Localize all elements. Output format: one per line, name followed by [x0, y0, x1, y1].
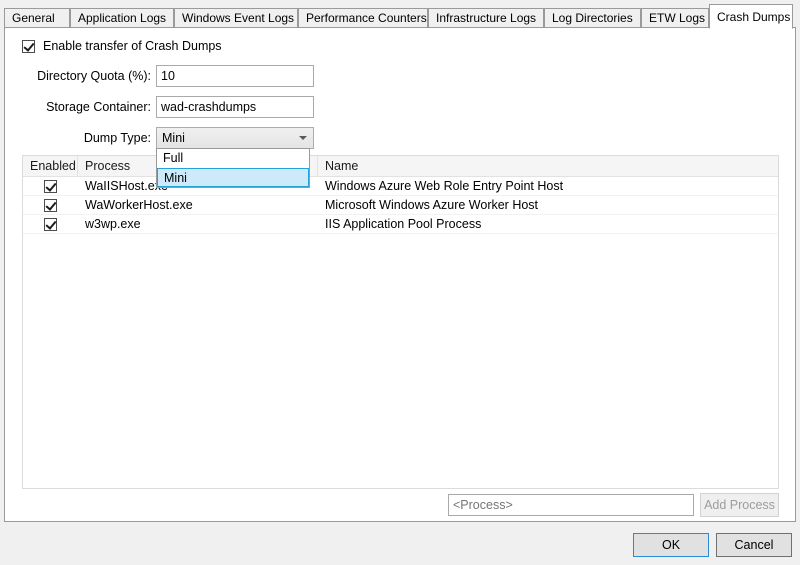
row-process-cell: w3wp.exe	[78, 215, 318, 233]
tab-performance-counters[interactable]: Performance Counters	[298, 8, 428, 27]
dump-type-option-mini[interactable]: Mini	[157, 168, 309, 187]
add-process-button[interactable]: Add Process	[700, 493, 779, 517]
column-header-name[interactable]: Name	[318, 156, 778, 176]
chevron-down-icon	[299, 136, 307, 140]
dump-type-label-wrap: Dump Type:	[5, 127, 151, 149]
dump-type-label: Dump Type:	[84, 127, 151, 149]
tab-crash-dumps[interactable]: Crash Dumps	[709, 4, 793, 29]
tab-application-logs[interactable]: Application Logs	[70, 8, 174, 27]
row-enabled-checkbox[interactable]	[44, 199, 57, 212]
directory-quota-input[interactable]	[156, 65, 314, 87]
tab-label: Application Logs	[78, 11, 166, 25]
row-enabled-cell[interactable]	[23, 196, 78, 214]
row-enabled-checkbox[interactable]	[44, 180, 57, 193]
tab-etw-logs[interactable]: ETW Logs	[641, 8, 709, 27]
row-name-cell: Microsoft Windows Azure Worker Host	[318, 196, 778, 214]
dump-type-dropdown-list[interactable]: Full Mini	[156, 148, 310, 188]
table-row[interactable]: WaWorkerHost.exe Microsoft Windows Azure…	[23, 196, 778, 215]
tab-strip: General Application Logs Windows Event L…	[4, 4, 796, 28]
enable-transfer-checkbox-row[interactable]: Enable transfer of Crash Dumps	[22, 39, 222, 53]
option-label: Mini	[164, 171, 187, 185]
row-process-cell: WaWorkerHost.exe	[78, 196, 318, 214]
dump-type-value: Mini	[162, 128, 185, 148]
cancel-button[interactable]: Cancel	[716, 533, 792, 557]
row-enabled-cell[interactable]	[23, 177, 78, 195]
option-label: Full	[163, 151, 183, 165]
storage-container-label-wrap: Storage Container:	[5, 96, 151, 118]
row-enabled-checkbox[interactable]	[44, 218, 57, 231]
enable-transfer-label: Enable transfer of Crash Dumps	[43, 39, 222, 53]
tab-label: Crash Dumps	[717, 10, 790, 24]
dump-type-combobox[interactable]: Mini	[156, 127, 314, 149]
tab-label: Windows Event Logs	[182, 11, 294, 25]
ok-button-label: OK	[662, 538, 680, 552]
tab-windows-event-logs[interactable]: Windows Event Logs	[174, 8, 298, 27]
add-process-button-label: Add Process	[704, 498, 775, 512]
row-name-cell: IIS Application Pool Process	[318, 215, 778, 233]
tab-label: General	[12, 11, 55, 25]
table-row[interactable]: w3wp.exe IIS Application Pool Process	[23, 215, 778, 234]
add-process-input[interactable]	[448, 494, 694, 516]
tab-label: Log Directories	[552, 11, 633, 25]
cancel-button-label: Cancel	[735, 538, 774, 552]
ok-button[interactable]: OK	[633, 533, 709, 557]
tab-label: Performance Counters	[306, 11, 427, 25]
crash-dumps-panel: Enable transfer of Crash Dumps Directory…	[4, 27, 796, 522]
storage-container-input[interactable]	[156, 96, 314, 118]
row-enabled-cell[interactable]	[23, 215, 78, 233]
directory-quota-label: Directory Quota (%):	[37, 65, 151, 87]
tab-label: ETW Logs	[649, 11, 705, 25]
dump-type-option-full[interactable]: Full	[157, 149, 309, 168]
column-header-enabled[interactable]: Enabled	[23, 156, 78, 176]
enable-transfer-checkbox[interactable]	[22, 40, 35, 53]
tab-log-directories[interactable]: Log Directories	[544, 8, 641, 27]
tab-infrastructure-logs[interactable]: Infrastructure Logs	[428, 8, 544, 27]
tab-label: Infrastructure Logs	[436, 11, 536, 25]
table-row[interactable]: WaIISHost.exe Windows Azure Web Role Ent…	[23, 177, 778, 196]
process-list-header: Enabled Process Name	[23, 156, 778, 177]
directory-quota-label-wrap: Directory Quota (%):	[5, 65, 151, 87]
process-list-view[interactable]: Enabled Process Name WaIISHost.exe Windo…	[22, 155, 779, 489]
storage-container-label: Storage Container:	[46, 96, 151, 118]
tab-general[interactable]: General	[4, 8, 70, 27]
row-name-cell: Windows Azure Web Role Entry Point Host	[318, 177, 778, 195]
